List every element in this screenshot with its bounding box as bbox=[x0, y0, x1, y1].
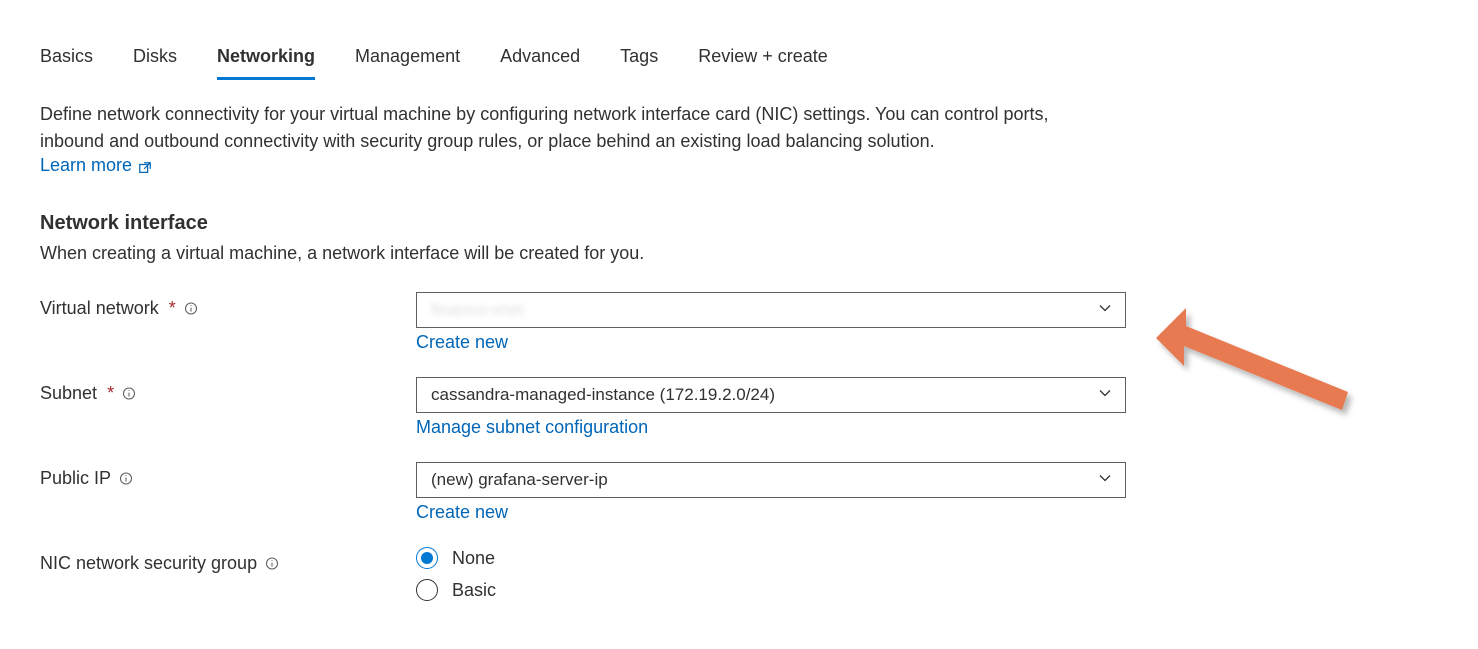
tab-basics[interactable]: Basics bbox=[40, 40, 93, 80]
public-ip-select[interactable]: (new) grafana-server-ip bbox=[416, 462, 1126, 498]
learn-more-link[interactable]: Learn more bbox=[40, 155, 152, 176]
networking-description: Define network connectivity for your vir… bbox=[40, 101, 1100, 155]
create-new-public-ip-link[interactable]: Create new bbox=[416, 502, 508, 523]
virtual-network-value: financo-vnet bbox=[431, 300, 524, 320]
nsg-radio-group: None Basic bbox=[416, 547, 1126, 601]
row-virtual-network: Virtual network * financo-vnet Create ne… bbox=[40, 292, 1438, 353]
radio-icon bbox=[416, 579, 438, 601]
tab-advanced[interactable]: Advanced bbox=[500, 40, 580, 80]
row-subnet: Subnet * cassandra-managed-instance (172… bbox=[40, 377, 1438, 438]
tab-networking[interactable]: Networking bbox=[217, 40, 315, 80]
label-virtual-network: Virtual network * bbox=[40, 292, 416, 319]
nsg-option-none-label: None bbox=[452, 548, 495, 569]
nsg-option-basic-label: Basic bbox=[452, 580, 496, 601]
public-ip-value: (new) grafana-server-ip bbox=[431, 470, 608, 490]
virtual-network-select[interactable]: financo-vnet bbox=[416, 292, 1126, 328]
chevron-down-icon bbox=[1097, 300, 1113, 321]
section-subtext: When creating a virtual machine, a netwo… bbox=[40, 243, 1438, 264]
required-marker: * bbox=[107, 383, 114, 404]
chevron-down-icon bbox=[1097, 470, 1113, 491]
label-subnet: Subnet * bbox=[40, 377, 416, 404]
manage-subnet-link[interactable]: Manage subnet configuration bbox=[416, 417, 648, 438]
tab-bar: Basics Disks Networking Management Advan… bbox=[40, 40, 1438, 81]
info-icon[interactable] bbox=[119, 472, 133, 486]
radio-icon bbox=[416, 547, 438, 569]
subnet-value: cassandra-managed-instance (172.19.2.0/2… bbox=[431, 385, 775, 405]
chevron-down-icon bbox=[1097, 385, 1113, 406]
tab-tags[interactable]: Tags bbox=[620, 40, 658, 80]
info-icon[interactable] bbox=[265, 557, 279, 571]
tab-disks[interactable]: Disks bbox=[133, 40, 177, 80]
info-icon[interactable] bbox=[122, 387, 136, 401]
label-virtual-network-text: Virtual network bbox=[40, 298, 159, 319]
info-icon[interactable] bbox=[184, 302, 198, 316]
nsg-option-basic[interactable]: Basic bbox=[416, 579, 1126, 601]
subnet-select[interactable]: cassandra-managed-instance (172.19.2.0/2… bbox=[416, 377, 1126, 413]
section-heading-network-interface: Network interface bbox=[40, 212, 1438, 235]
tab-review-create[interactable]: Review + create bbox=[698, 40, 828, 80]
row-nsg: NIC network security group None Basic bbox=[40, 547, 1438, 601]
create-new-vnet-link[interactable]: Create new bbox=[416, 332, 508, 353]
learn-more-label: Learn more bbox=[40, 155, 132, 176]
label-nsg-text: NIC network security group bbox=[40, 553, 257, 574]
tab-management[interactable]: Management bbox=[355, 40, 460, 80]
external-link-icon bbox=[138, 159, 152, 173]
label-public-ip-text: Public IP bbox=[40, 468, 111, 489]
label-public-ip: Public IP bbox=[40, 462, 416, 489]
label-nsg: NIC network security group bbox=[40, 547, 416, 574]
label-subnet-text: Subnet bbox=[40, 383, 97, 404]
required-marker: * bbox=[169, 298, 176, 319]
nsg-option-none[interactable]: None bbox=[416, 547, 1126, 569]
row-public-ip: Public IP (new) grafana-server-ip Create… bbox=[40, 462, 1438, 523]
